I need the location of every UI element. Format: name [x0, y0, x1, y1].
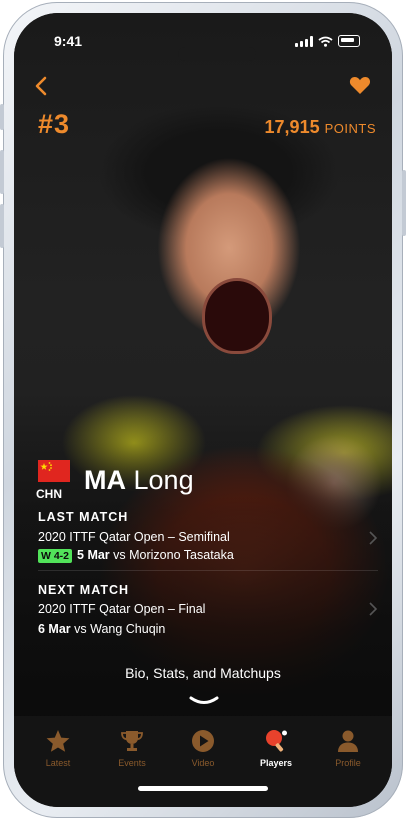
- section-divider: [38, 570, 378, 571]
- tab-label: Latest: [45, 758, 71, 768]
- home-indicator[interactable]: [138, 786, 268, 791]
- power-button: [402, 170, 406, 236]
- tab-video[interactable]: Video: [173, 728, 233, 768]
- chevron-down-icon[interactable]: [188, 695, 220, 707]
- back-chevron-icon[interactable]: [30, 73, 54, 99]
- battery-icon: [338, 35, 360, 47]
- player-photo-mouth: [202, 278, 272, 354]
- tab-players[interactable]: Players: [246, 728, 306, 768]
- next-match-opponent: vs Wang Chuqin: [74, 622, 166, 636]
- wifi-icon: [318, 36, 333, 47]
- ranking-points: 17,915 POINTS: [265, 117, 376, 138]
- player-first-name: Long: [133, 465, 194, 495]
- trophy-icon: [121, 731, 143, 751]
- next-match-heading: NEXT MATCH: [38, 583, 130, 597]
- tab-label: Profile: [335, 758, 361, 768]
- screen: 9:41 #3 17,915 POINTS CHN MA Long LAST M…: [14, 13, 392, 807]
- status-time: 9:41: [54, 33, 83, 49]
- signal-icon: [295, 35, 313, 47]
- chevron-right-icon: [369, 602, 378, 616]
- play-icon: [192, 730, 214, 752]
- star-icon: [46, 730, 70, 752]
- player-name: MA Long: [84, 465, 194, 496]
- tab-label: Players: [259, 758, 293, 768]
- ping-pong-icon: [266, 730, 287, 752]
- player-last-name: MA: [84, 465, 126, 495]
- tab-latest[interactable]: Latest: [28, 728, 88, 768]
- favorite-heart-icon[interactable]: [348, 73, 372, 97]
- country-code: CHN: [36, 487, 62, 501]
- last-match-date: 5 Mar: [77, 548, 110, 562]
- status-icons: [295, 35, 360, 47]
- next-match-date-line: 6 Mar vs Wang Chuqin: [38, 622, 165, 636]
- status-bar: 9:41: [14, 33, 392, 61]
- next-match-event: 2020 ITTF Qatar Open – Final: [38, 602, 206, 616]
- china-flag-icon: [38, 460, 70, 482]
- world-rank: #3: [38, 109, 71, 139]
- last-match-event: 2020 ITTF Qatar Open – Semifinal: [38, 530, 230, 544]
- person-icon: [338, 730, 358, 752]
- last-match-opponent: vs Morizono Tasataka: [113, 548, 234, 562]
- tab-profile[interactable]: Profile: [318, 728, 378, 768]
- tab-label: Events: [118, 758, 146, 768]
- tab-events[interactable]: Events: [102, 728, 162, 768]
- silent-switch: [0, 104, 4, 130]
- win-badge: W 4-2: [38, 549, 73, 563]
- chevron-right-icon: [369, 531, 378, 545]
- tab-bar: Latest Events Video Players Profile: [14, 716, 392, 807]
- dynamic-island: [178, 47, 256, 61]
- last-match-result-line: W 4-2 5 Mar vs Morizono Tasataka: [38, 548, 234, 563]
- last-match-heading: LAST MATCH: [38, 510, 129, 524]
- next-match-date: 6 Mar: [38, 622, 71, 636]
- tab-label: Video: [191, 758, 215, 768]
- points-value: 17,915: [264, 117, 320, 137]
- points-unit: POINTS: [324, 121, 376, 136]
- volume-up-button: [0, 150, 4, 194]
- photo-gradient-overlay: [14, 393, 392, 733]
- bio-stats-link[interactable]: Bio, Stats, and Matchups: [14, 665, 392, 681]
- volume-down-button: [0, 204, 4, 248]
